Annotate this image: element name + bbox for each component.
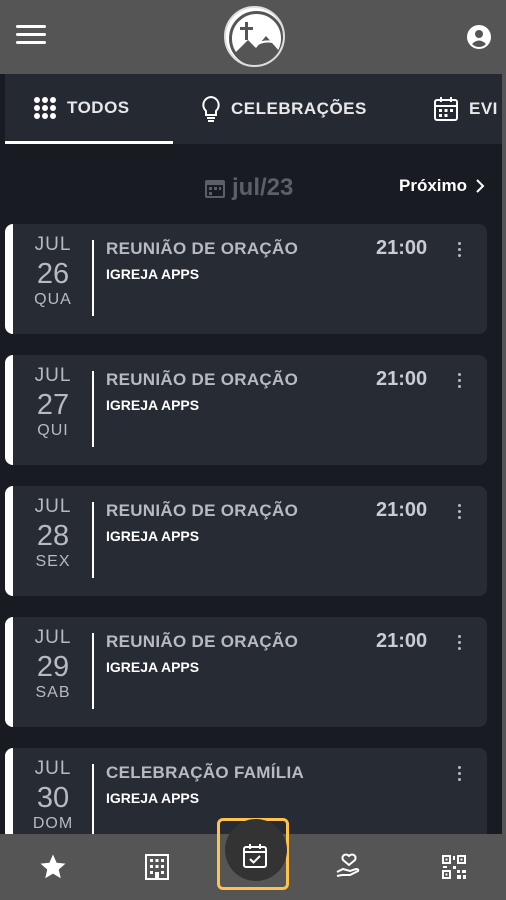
current-month[interactable]: jul/23 [204,174,293,202]
event-card[interactable]: JUL 26 QUA REUNIÃO DE ORAÇÃO IGREJA APPS… [5,224,487,334]
event-month: JUL [34,627,72,648]
event-month: JUL [34,234,72,255]
event-date: JUL 27 QUI [23,365,83,440]
calendar-icon [205,180,225,198]
event-org: IGREJA APPS [106,266,200,282]
event-weekday: SEX [35,553,71,570]
event-time: 21:00 [376,499,428,521]
nav-agenda[interactable] [217,818,289,890]
event-org: IGREJA APPS [106,528,200,544]
event-org: IGREJA APPS [106,790,200,806]
nav-favorites[interactable] [35,852,71,882]
event-time: 21:00 [376,368,428,390]
nav-church[interactable] [139,852,175,882]
divider [92,240,94,316]
event-time: 21:00 [376,237,428,259]
event-day: 26 [36,258,70,290]
divider [92,502,94,578]
event-month: JUL [34,365,72,386]
divider [92,371,94,447]
tab-todos[interactable]: TODOS [5,74,173,144]
divider [92,633,94,709]
calendar-check-icon [243,844,267,868]
qr-code-icon [442,855,466,879]
event-title: REUNIÃO DE ORAÇÃO [106,239,299,258]
event-month: JUL [34,758,72,779]
bottom-navigation [0,818,506,900]
app-header [0,0,506,74]
event-weekday: QUA [34,291,72,308]
tab-label: CELEBRAÇÕES [231,99,367,118]
church-logo[interactable] [224,6,285,67]
event-card[interactable]: JUL 28 SEX REUNIÃO DE ORAÇÃO IGREJA APPS… [5,486,487,596]
event-date: JUL 26 QUA [23,234,83,309]
event-title: REUNIÃO DE ORAÇÃO [106,370,299,389]
tab-eventos[interactable]: EVI [433,74,498,144]
chevron-right-icon [476,179,485,193]
tab-celebracoes[interactable]: CELEBRAÇÕES [201,74,367,144]
hand-heart-icon [336,853,360,877]
tab-label: EVI [469,99,498,118]
tab-label: TODOS [67,97,130,117]
event-date: JUL 29 SAB [23,627,83,702]
more-options-icon[interactable] [456,766,462,784]
event-day: 27 [36,389,70,421]
event-card[interactable]: JUL 29 SAB REUNIÃO DE ORAÇÃO IGREJA APPS… [5,617,487,727]
event-day: 28 [36,520,70,552]
event-org: IGREJA APPS [106,397,200,413]
month-label: jul/23 [232,174,294,201]
event-date: JUL 30 DOM [23,758,83,833]
calendar-icon [434,97,458,121]
divider [92,764,94,840]
more-options-icon[interactable] [456,242,462,260]
event-weekday: DOM [32,815,74,832]
event-title: REUNIÃO DE ORAÇÃO [106,632,299,651]
nav-donate[interactable] [331,852,367,882]
month-navigation: jul/23 Próximo [0,172,506,208]
event-title: REUNIÃO DE ORAÇÃO [106,501,299,520]
event-day: 29 [36,651,70,683]
user-circle-icon[interactable] [466,24,492,50]
nav-qrcode[interactable] [436,852,472,882]
lightbulb-icon [202,95,220,122]
star-icon [40,854,66,879]
event-day: 30 [36,782,70,814]
building-icon [145,854,169,880]
events-panel: TODOS CELEBRAÇÕES EVI jul/23 Próximo JUL… [0,74,506,858]
event-weekday: QUI [37,422,69,439]
event-weekday: SAB [35,684,71,701]
next-month-button[interactable]: Próximo [399,176,485,196]
grid-dots-icon [34,96,56,119]
event-time: 21:00 [376,630,428,652]
hamburger-icon[interactable] [16,25,46,47]
event-month: JUL [34,496,72,517]
event-org: IGREJA APPS [106,659,200,675]
next-label: Próximo [399,176,468,195]
category-tabs: TODOS CELEBRAÇÕES EVI [5,74,502,144]
more-options-icon[interactable] [456,373,462,391]
event-card[interactable]: JUL 27 QUI REUNIÃO DE ORAÇÃO IGREJA APPS… [5,355,487,465]
more-options-icon[interactable] [456,635,462,653]
event-title: CELEBRAÇÃO FAMÍLIA [106,763,305,782]
more-options-icon[interactable] [456,504,462,522]
event-date: JUL 28 SEX [23,496,83,571]
